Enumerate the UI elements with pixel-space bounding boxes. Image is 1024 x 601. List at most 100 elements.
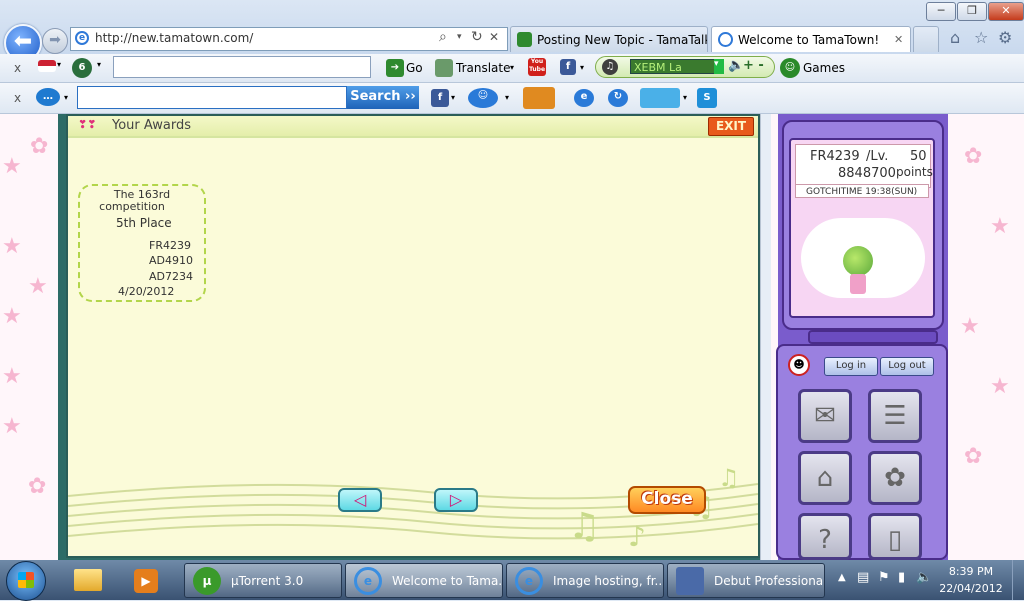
- bubble-dropdown-icon[interactable]: ▾: [64, 93, 68, 102]
- stop-icon[interactable]: ✕: [489, 30, 499, 44]
- gear-icon[interactable]: ⚙: [998, 28, 1012, 47]
- star-pattern-icon: ★: [2, 234, 22, 259]
- ie-link-icon[interactable]: e: [574, 89, 594, 107]
- toolbar2-close-icon[interactable]: x: [14, 84, 21, 112]
- search-button[interactable]: Search ››: [347, 86, 419, 109]
- utorrent-icon: µ: [193, 567, 221, 595]
- help-icon[interactable]: ?: [798, 513, 852, 560]
- translate-icon[interactable]: [435, 59, 453, 77]
- minimize-button[interactable]: ─: [926, 2, 956, 21]
- star-pattern-icon: ✿: [30, 134, 49, 159]
- speaker-icon[interactable]: 🔈: [916, 570, 932, 585]
- door-icon[interactable]: ▯: [868, 513, 922, 560]
- prev-button[interactable]: ◁: [338, 488, 382, 512]
- logo-dropdown-icon[interactable]: ▾: [97, 60, 101, 69]
- facebook-dropdown-icon[interactable]: ▾: [580, 63, 584, 72]
- tab-label: Posting New Topic - TamaTalk: [537, 33, 708, 47]
- toolbar1-close-icon[interactable]: x: [14, 54, 21, 82]
- new-tab-button[interactable]: [913, 26, 939, 52]
- clock-date[interactable]: 22/04/2012: [936, 582, 1006, 595]
- volume-controls[interactable]: + -: [743, 58, 764, 73]
- radio-station-select[interactable]: XEBM La: [630, 59, 724, 74]
- logout-button[interactable]: Log out: [880, 357, 934, 376]
- explorer-pinned[interactable]: [68, 563, 110, 598]
- star-pattern-icon: ✿: [28, 474, 47, 499]
- tab-tamatalk[interactable]: Posting New Topic - TamaTalk: [510, 26, 708, 52]
- flag-dropdown-icon[interactable]: ▾: [57, 60, 61, 69]
- tray-flag-icon[interactable]: ⚑: [878, 570, 890, 585]
- taskbar-item-debut[interactable]: Debut Professional: [667, 563, 825, 598]
- login-button[interactable]: Log in: [824, 357, 878, 376]
- volume-icon[interactable]: 🔈: [728, 58, 744, 73]
- show-hidden-icons[interactable]: ▲: [838, 572, 846, 583]
- tamatalk-favicon-icon: [517, 32, 532, 47]
- game-scrollbar[interactable]: [760, 114, 771, 560]
- favorites-star-icon[interactable]: ☆: [974, 28, 988, 47]
- dropdown-icon[interactable]: ▾: [457, 32, 462, 42]
- headphones-icon[interactable]: ♫: [602, 59, 618, 75]
- radio-dropdown-icon[interactable]: ▾: [714, 59, 724, 74]
- us-flag-icon[interactable]: [38, 60, 56, 72]
- address-bar[interactable]: e http://new.tamatown.com/ ⌕ ▾ ↻ ✕: [70, 27, 508, 51]
- star-pattern-icon: ★: [2, 414, 22, 439]
- tab-close-icon[interactable]: ✕: [894, 27, 903, 52]
- star-pattern-icon: ★: [2, 154, 22, 179]
- clock-time[interactable]: 8:39 PM: [936, 565, 1006, 578]
- home-icon[interactable]: ⌂: [950, 28, 960, 47]
- search-icon[interactable]: ⌕: [439, 29, 447, 45]
- translate-dropdown-icon[interactable]: ▾: [510, 63, 514, 72]
- close-window-button[interactable]: ✕: [988, 2, 1024, 21]
- next-button[interactable]: ▷: [434, 488, 478, 512]
- toolbar-search-input[interactable]: [113, 56, 371, 78]
- taskbar-item-label: Debut Professional: [714, 574, 825, 588]
- close-button[interactable]: Close: [628, 486, 706, 514]
- taskbar-item-tamatown[interactable]: e Welcome to Tama...: [345, 563, 503, 598]
- games-button[interactable]: Games: [803, 54, 845, 82]
- award-id: AD4910: [149, 254, 193, 267]
- media-player-pinned[interactable]: ▶: [126, 563, 168, 598]
- toolbar2-search-input[interactable]: [77, 86, 347, 109]
- youtube-icon[interactable]: You Tube: [528, 58, 546, 76]
- games-icon[interactable]: ☺: [780, 58, 800, 78]
- start-button[interactable]: [6, 561, 46, 601]
- gift-bag-icon[interactable]: ✿: [868, 451, 922, 505]
- refresh-link-icon[interactable]: ↻: [608, 89, 628, 107]
- social-dropdown-icon[interactable]: ▾: [683, 93, 687, 102]
- skype-icon[interactable]: S: [697, 88, 717, 108]
- list-icon[interactable]: ☰: [868, 389, 922, 443]
- award-competition-line2: competition: [99, 200, 165, 213]
- refresh-icon[interactable]: ↻: [471, 29, 483, 45]
- tab-tamatown[interactable]: Welcome to TamaTown! ✕: [711, 26, 911, 52]
- social-icons[interactable]: [640, 88, 680, 108]
- facebook-icon[interactable]: f: [560, 59, 576, 75]
- show-desktop-button[interactable]: [1012, 560, 1024, 600]
- windows-logo-icon: [18, 572, 34, 588]
- points-value: 8848700: [838, 166, 896, 181]
- smiley-icon[interactable]: ☺: [468, 88, 498, 108]
- house-icon[interactable]: ⌂: [798, 451, 852, 505]
- toolbar-logo-icon[interactable]: 6: [72, 58, 92, 78]
- translate-button[interactable]: Translate: [456, 54, 511, 82]
- ie-page-icon: e: [75, 31, 89, 45]
- taskbar-item-utorrent[interactable]: µ µTorrent 3.0: [184, 563, 342, 598]
- go-arrow-icon[interactable]: ➔: [386, 59, 404, 77]
- star-pattern-icon: ★: [2, 304, 22, 329]
- network-icon[interactable]: ▮: [898, 570, 905, 585]
- star-pattern-icon: ★: [960, 314, 980, 339]
- toolbar-app-icon[interactable]: [523, 87, 555, 109]
- speech-bubble-icon[interactable]: …: [36, 88, 60, 106]
- chat-icon[interactable]: ✉: [798, 389, 852, 443]
- folder-icon: [74, 569, 102, 591]
- smiley-dropdown-icon[interactable]: ▾: [505, 93, 509, 102]
- forward-button[interactable]: ➡: [42, 28, 68, 54]
- play-icon: ▶: [134, 569, 158, 593]
- tray-device-icon[interactable]: ▤: [857, 570, 869, 585]
- music-note-icon: ♫: [718, 464, 740, 492]
- facebook-icon-2[interactable]: f: [431, 89, 449, 107]
- taskbar-item-image-hosting[interactable]: e Image hosting, fr...: [506, 563, 664, 598]
- exit-button[interactable]: EXIT: [708, 117, 754, 136]
- facebook2-dropdown-icon[interactable]: ▾: [451, 93, 455, 102]
- go-button[interactable]: Go: [406, 54, 423, 82]
- maximize-button[interactable]: ❐: [957, 2, 987, 21]
- ie-favicon-icon: [718, 32, 733, 47]
